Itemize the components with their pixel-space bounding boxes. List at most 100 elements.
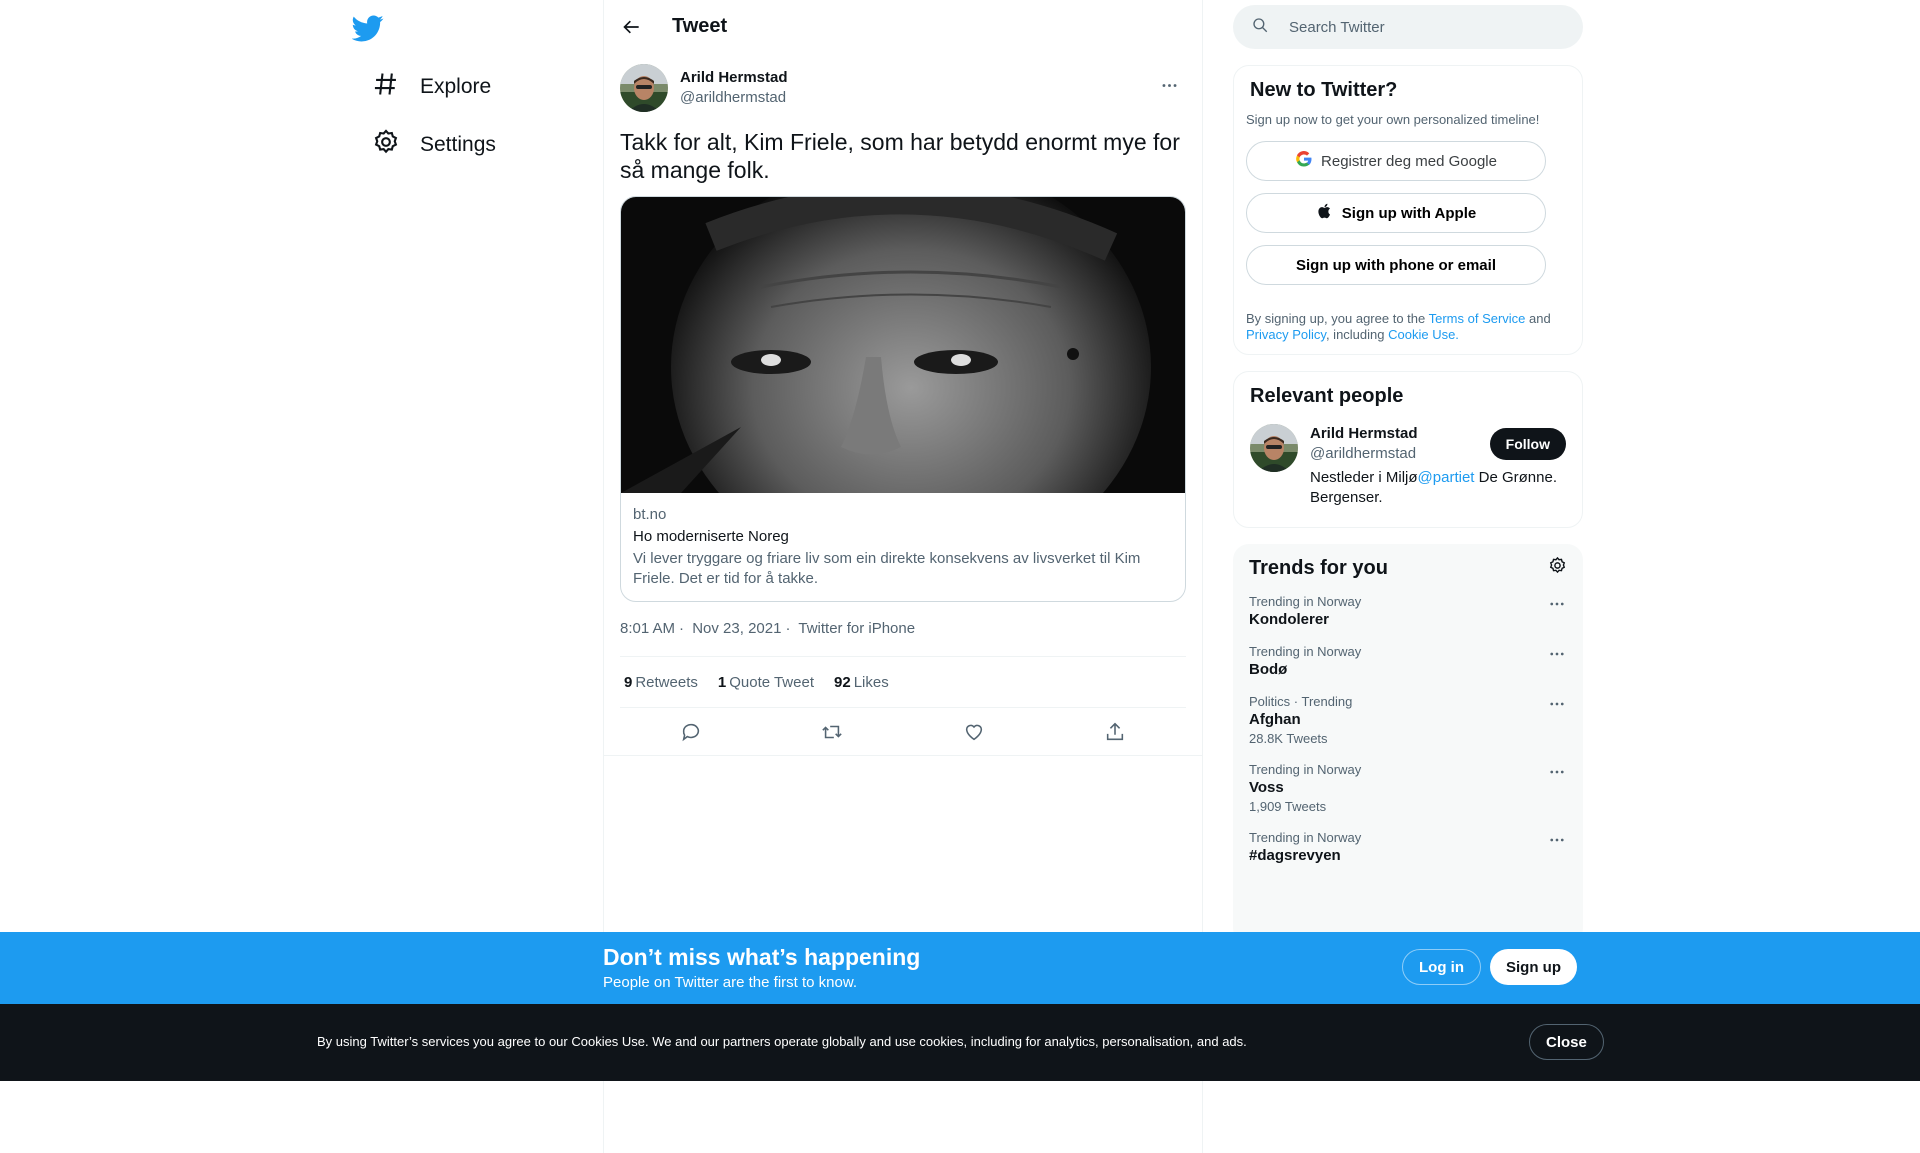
- banner-title: Don’t miss what’s happening: [603, 944, 921, 970]
- gear-icon: [372, 128, 400, 162]
- stat-label: Quote Tweet: [729, 673, 814, 691]
- trends-settings-gear-icon[interactable]: [1548, 556, 1567, 580]
- stat-count: 9: [624, 673, 633, 691]
- author-name[interactable]: Arild Hermstad: [680, 68, 788, 88]
- trend-context: Trending in Norway: [1249, 830, 1362, 845]
- twitter-bird-icon[interactable]: [351, 12, 384, 44]
- tweet-date[interactable]: Nov 23, 2021: [692, 620, 781, 637]
- bio-mention-link[interactable]: @partiet: [1418, 469, 1475, 486]
- follow-button[interactable]: Follow: [1489, 428, 1566, 460]
- signup-button[interactable]: Sign up: [1490, 949, 1577, 985]
- tweet-author: Arild Hermstad @arildhermstad: [620, 58, 1186, 118]
- tweet-actions: [604, 708, 1202, 756]
- more-options-icon[interactable]: [1547, 830, 1567, 850]
- stat-count: 92: [834, 673, 851, 691]
- signup-subtitle: Sign up now to get your own personalized…: [1246, 112, 1540, 127]
- person-item[interactable]: Arild Hermstad @arildhermstad Nestleder …: [1250, 424, 1566, 508]
- tweet-source[interactable]: Twitter for iPhone: [798, 620, 915, 637]
- trend-item[interactable]: Politics · Trending Afghan 28.8K Tweets: [1249, 694, 1567, 748]
- retweet-icon[interactable]: [812, 712, 852, 752]
- trend-item[interactable]: Trending in Norway #dagsrevyen: [1249, 830, 1567, 866]
- more-options-icon[interactable]: [1547, 694, 1567, 714]
- tweet-text: Takk for alt, Kim Friele, som har betydd…: [620, 129, 1180, 183]
- signup-title: New to Twitter?: [1250, 79, 1398, 101]
- trend-count: 1,909 Tweets: [1249, 799, 1327, 814]
- link-card[interactable]: bt.no Ho moderniserte Noreg Vi lever try…: [620, 196, 1186, 602]
- nav-item-label: Settings: [420, 133, 496, 156]
- trend-item[interactable]: Trending in Norway Bodø: [1249, 644, 1567, 680]
- reply-icon[interactable]: [671, 712, 711, 752]
- trend-count: 28.8K Tweets: [1249, 731, 1328, 746]
- page-title: Tweet: [672, 15, 728, 37]
- privacy-link[interactable]: Privacy Policy: [1246, 327, 1326, 342]
- stat-label: Likes: [853, 673, 889, 691]
- cookie-text: By using Twitter’s services you agree to…: [317, 1034, 1247, 1049]
- nav-item-label: Explore: [420, 75, 492, 98]
- more-options-icon[interactable]: [1547, 594, 1567, 614]
- card-title: Ho moderniserte Noreg: [633, 528, 789, 545]
- more-options-icon[interactable]: [1547, 762, 1567, 782]
- share-icon[interactable]: [1095, 712, 1135, 752]
- search-box[interactable]: [1233, 5, 1583, 49]
- twitter-page: Explore Settings Tweet Arild Hermstad @a…: [0, 0, 1920, 1153]
- stat-quote-tweets[interactable]: 1 Quote Tweet: [718, 674, 814, 691]
- tweet-time[interactable]: 8:01 AM: [620, 620, 675, 637]
- legal-text: and: [1525, 311, 1551, 326]
- cookie-close-button[interactable]: Close: [1529, 1024, 1604, 1060]
- legal-text: , including: [1325, 327, 1389, 342]
- meta-separator: ·: [785, 620, 791, 637]
- trend-name: #dagsrevyen: [1249, 847, 1341, 864]
- login-button[interactable]: Log in: [1402, 949, 1481, 985]
- terms-link[interactable]: Terms of Service: [1429, 311, 1526, 326]
- avatar[interactable]: [1250, 424, 1298, 472]
- relevant-people-title: Relevant people: [1250, 385, 1404, 407]
- google-signup-button[interactable]: Registrer deg med Google: [1246, 141, 1546, 181]
- bio-text: Nestleder i Miljø: [1310, 469, 1418, 486]
- nav-item-settings[interactable]: Settings: [352, 121, 496, 169]
- tweet: Arild Hermstad @arildhermstad Takk for a…: [604, 58, 1202, 756]
- more-options-icon[interactable]: [1152, 68, 1186, 102]
- trend-context: Trending in Norway: [1249, 762, 1362, 777]
- author-handle[interactable]: @arildhermstad: [680, 88, 788, 108]
- nav-item-explore[interactable]: Explore: [352, 63, 491, 111]
- more-options-icon[interactable]: [1547, 644, 1567, 664]
- hashtag-icon: [372, 70, 400, 104]
- legal-text: By signing up, you agree to the: [1246, 311, 1429, 326]
- tweet-meta: 8:01 AM · Nov 23, 2021 · Twitter for iPhon…: [620, 620, 1186, 640]
- trend-name: Afghan: [1249, 711, 1301, 728]
- stat-likes[interactable]: 92 Likes: [834, 674, 889, 691]
- trend-context: Trending in Norway: [1249, 594, 1362, 609]
- stat-count: 1: [717, 673, 727, 691]
- cookie-use-link[interactable]: Cookie Use.: [1388, 327, 1459, 342]
- google-signup-label: Registrer deg med Google: [1321, 152, 1497, 170]
- email-signup-button[interactable]: Sign up with phone or email: [1246, 245, 1546, 285]
- avatar[interactable]: [620, 64, 668, 112]
- trend-name: Bodø: [1249, 661, 1288, 678]
- trend-item[interactable]: Trending in Norway Kondolerer: [1249, 594, 1567, 630]
- right-sidebar: New to Twitter? Sign up now to get your …: [1233, 0, 1583, 944]
- search-input[interactable]: [1289, 18, 1539, 36]
- trends-header: Trends for you: [1249, 556, 1567, 580]
- like-icon[interactable]: [954, 712, 994, 752]
- apple-signup-label: Sign up with Apple: [1341, 204, 1477, 222]
- stat-retweets[interactable]: 9 Retweets: [624, 674, 698, 691]
- card-body: bt.no Ho moderniserte Noreg Vi lever try…: [621, 493, 1185, 601]
- trend-context: Trending in Norway: [1249, 644, 1362, 659]
- trend-item[interactable]: Trending in Norway Voss 1,909 Tweets: [1249, 762, 1567, 816]
- tweet-stats: 9 Retweets 1 Quote Tweet 92 Likes: [620, 656, 1186, 708]
- cookie-bar: By using Twitter’s services you agree to…: [0, 1004, 1920, 1081]
- banner-subtitle: People on Twitter are the first to know.: [603, 974, 858, 991]
- apple-signup-button[interactable]: Sign up with Apple: [1246, 193, 1546, 233]
- trend-context: Politics · Trending: [1249, 694, 1353, 709]
- back-arrow-icon[interactable]: [612, 7, 652, 47]
- search-icon: [1233, 16, 1269, 39]
- card-domain: bt.no: [633, 506, 667, 523]
- person-bio: Nestleder i Miljø@partiet De Grønne. Ber…: [1310, 468, 1570, 508]
- signup-panel: New to Twitter? Sign up now to get your …: [1233, 65, 1583, 355]
- trend-name: Voss: [1249, 779, 1284, 796]
- author-names: Arild Hermstad @arildhermstad: [680, 68, 788, 108]
- trends-title: Trends for you: [1249, 556, 1388, 579]
- stat-label: Retweets: [635, 673, 698, 691]
- google-icon: [1295, 150, 1321, 172]
- card-image: [621, 197, 1185, 493]
